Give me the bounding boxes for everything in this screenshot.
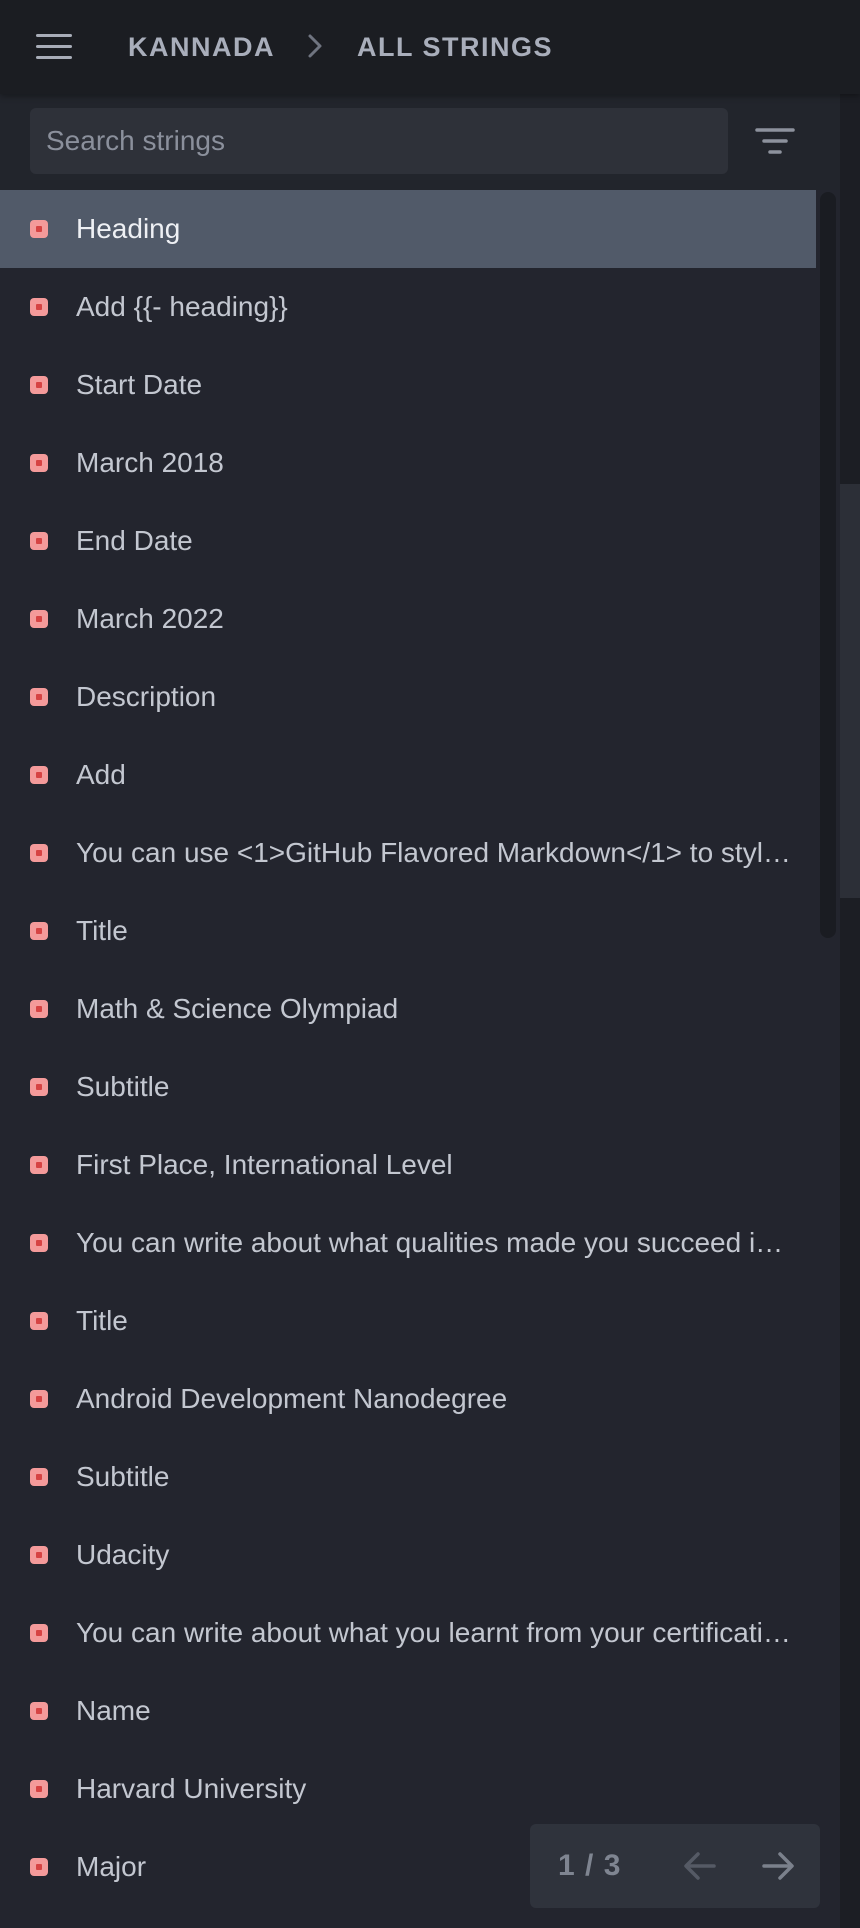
untranslated-status-icon — [30, 1312, 48, 1330]
string-label: Title — [76, 1305, 128, 1336]
untranslated-status-icon — [30, 1234, 48, 1252]
string-list: Heading Add {{- heading}} Start Date March … — [0, 190, 816, 1928]
filter-icon[interactable] — [754, 124, 796, 158]
untranslated-status-icon — [30, 1702, 48, 1720]
string-list-item[interactable]: March 2022 — [0, 580, 816, 658]
string-list-item[interactable]: Add — [0, 736, 816, 814]
string-label: First Place, International Level — [76, 1149, 453, 1180]
string-list-item[interactable]: You can write about what qualities made … — [0, 1204, 816, 1282]
string-label: You can write about what you learnt from… — [76, 1617, 791, 1648]
untranslated-status-icon — [30, 376, 48, 394]
untranslated-status-icon — [30, 220, 48, 238]
string-label: You can use <1>GitHub Flavored Markdown<… — [76, 837, 792, 868]
background-scrollbar-thumb[interactable] — [840, 484, 860, 898]
untranslated-status-icon — [30, 1780, 48, 1798]
untranslated-status-icon — [30, 454, 48, 472]
untranslated-status-icon — [30, 922, 48, 940]
string-label: March 2022 — [76, 603, 224, 634]
untranslated-status-icon — [30, 1078, 48, 1096]
string-label: Math & Science Olympiad — [76, 993, 399, 1024]
string-list-item[interactable]: Start Date — [0, 346, 816, 424]
string-list-item[interactable]: Subtitle — [0, 1048, 816, 1126]
untranslated-status-icon — [30, 1546, 48, 1564]
untranslated-status-icon — [30, 688, 48, 706]
string-list-item[interactable]: Description — [0, 658, 816, 736]
string-label: Subtitle — [76, 1071, 170, 1102]
untranslated-status-icon — [30, 1468, 48, 1486]
untranslated-status-icon — [30, 532, 48, 550]
string-list-item[interactable]: Heading — [0, 190, 816, 268]
untranslated-status-icon — [30, 1390, 48, 1408]
string-label: You can write about what qualities made … — [76, 1227, 792, 1258]
untranslated-status-icon — [30, 1000, 48, 1018]
string-label: Harvard University — [76, 1773, 307, 1804]
list-scrollbar[interactable] — [816, 190, 840, 1928]
string-label: Start Date — [76, 369, 203, 400]
string-label: Udacity — [76, 1539, 170, 1570]
string-list-item[interactable]: Title — [0, 1282, 816, 1360]
chevron-right-icon — [308, 34, 322, 58]
untranslated-status-icon — [30, 766, 48, 784]
breadcrumb-section: ALL STRINGS — [357, 32, 554, 62]
untranslated-status-icon — [30, 1624, 48, 1642]
string-list-item[interactable]: Title — [0, 892, 816, 970]
breadcrumb-language[interactable]: KANNADA — [128, 30, 275, 64]
string-list-item[interactable]: Subtitle — [0, 1438, 816, 1516]
string-list-item[interactable]: Udacity — [0, 1516, 816, 1594]
arrow-left-icon[interactable] — [682, 1848, 718, 1884]
string-label: Android Development Nanodegree — [76, 1383, 508, 1414]
string-list-item[interactable]: Android Development Nanodegree — [0, 1360, 816, 1438]
string-label: Description — [76, 681, 217, 712]
string-label: Subtitle — [76, 1461, 170, 1492]
string-label: Add {{- heading}} — [76, 291, 288, 322]
string-list-item[interactable]: You can write about what you learnt from… — [0, 1594, 816, 1672]
string-label: Title — [76, 915, 128, 946]
search-bar — [0, 94, 840, 190]
string-list-item[interactable]: Math & Science Olympiad — [0, 970, 816, 1048]
untranslated-status-icon — [30, 610, 48, 628]
untranslated-status-icon — [30, 298, 48, 316]
search-input[interactable] — [30, 108, 728, 174]
string-label: Heading — [76, 213, 181, 244]
string-list-item[interactable]: End Date — [0, 502, 816, 580]
string-label: March 2018 — [76, 447, 224, 478]
string-list-item[interactable]: Add {{- heading}} — [0, 268, 816, 346]
background-panel-edge — [840, 94, 860, 1928]
page-indicator: 1 / 3 — [558, 1849, 622, 1882]
string-list-item[interactable]: You can use <1>GitHub Flavored Markdown<… — [0, 814, 816, 892]
string-list-item[interactable]: First Place, International Level — [0, 1126, 816, 1204]
pagination: 1 / 3 — [530, 1824, 820, 1908]
arrow-right-icon[interactable] — [760, 1848, 796, 1884]
untranslated-status-icon — [30, 1858, 48, 1876]
untranslated-status-icon — [30, 1156, 48, 1174]
string-label: End Date — [76, 525, 193, 556]
string-label: Name — [76, 1695, 151, 1726]
app-header: KANNADA ALL STRINGS — [0, 0, 860, 94]
string-list-item[interactable]: Harvard University — [0, 1750, 816, 1828]
untranslated-status-icon — [30, 844, 48, 862]
string-label: Add — [76, 759, 126, 790]
list-scrollbar-thumb[interactable] — [820, 192, 836, 938]
string-list-item[interactable]: March 2018 — [0, 424, 816, 502]
string-list-item[interactable]: Name — [0, 1672, 816, 1750]
hamburger-menu-icon[interactable] — [36, 34, 72, 60]
